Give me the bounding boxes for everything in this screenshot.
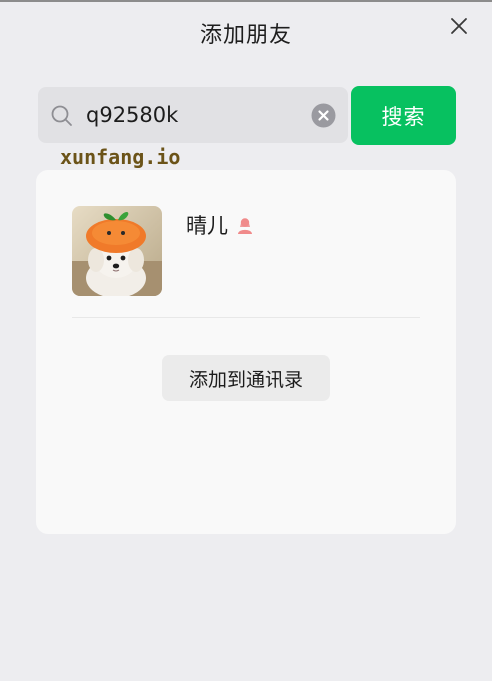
close-button[interactable] xyxy=(446,13,472,39)
search-icon xyxy=(51,105,72,126)
window-top-border xyxy=(0,0,492,2)
search-result-card: 晴儿 添加到通讯录 xyxy=(36,170,456,534)
search-input[interactable] xyxy=(86,97,296,133)
watermark-text: xunfang.io xyxy=(60,145,181,169)
divider xyxy=(72,317,420,318)
avatar[interactable] xyxy=(72,206,162,296)
contact-name: 晴儿 xyxy=(186,214,228,238)
add-to-contacts-button[interactable]: 添加到通讯录 xyxy=(162,355,330,401)
female-icon xyxy=(238,217,252,234)
search-button[interactable]: 搜索 xyxy=(351,86,456,145)
page-title: 添加朋友 xyxy=(199,23,292,48)
dog-avatar-image xyxy=(72,206,162,296)
close-icon xyxy=(451,18,467,34)
contact-name-row: 晴儿 xyxy=(186,210,255,240)
search-bar xyxy=(38,87,348,143)
clear-search-icon[interactable] xyxy=(311,103,336,128)
